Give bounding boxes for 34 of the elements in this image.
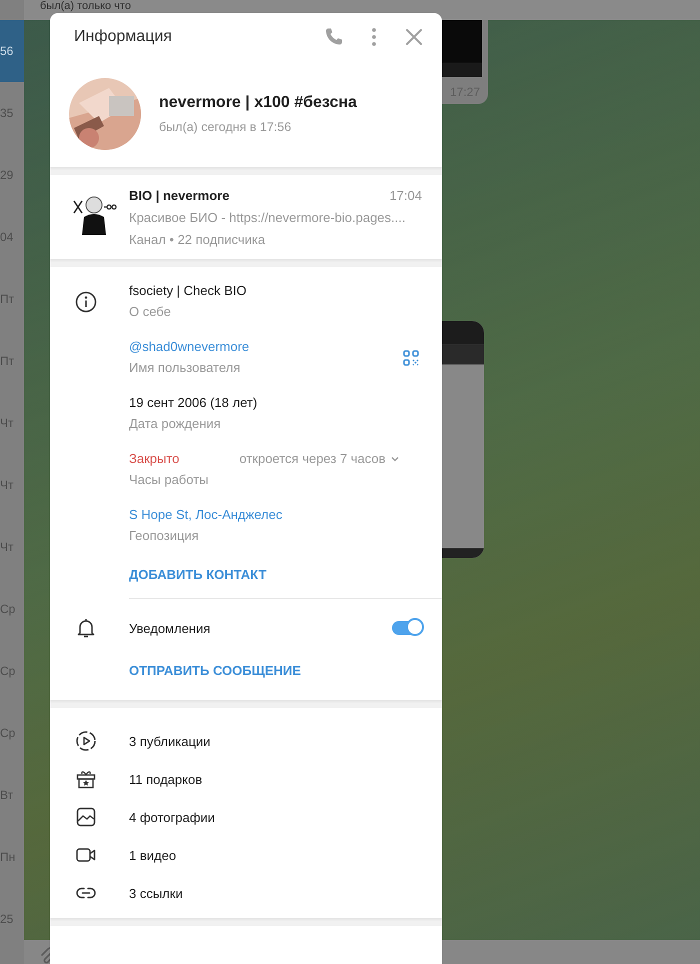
- last-seen-status: был(а) сегодня в 17:56: [159, 120, 292, 134]
- channel-time: 17:04: [389, 188, 422, 203]
- info-label: О себе: [129, 304, 172, 319]
- channel-name: BIO | nevermore: [129, 188, 230, 203]
- info-label: Дата рождения: [129, 416, 222, 431]
- info-label: Имя пользователя: [129, 360, 242, 375]
- info-label: Часы работы: [129, 472, 210, 487]
- send-message-button[interactable]: ОТПРАВИТЬ СООБЩЕНИЕ: [129, 659, 301, 682]
- opening-hint[interactable]: откроется через 7 часов: [239, 451, 386, 466]
- media-item[interactable]: 3 публикации: [74, 722, 442, 760]
- media-item[interactable]: 11 подарков: [74, 760, 442, 798]
- media-item[interactable]: 1 видео: [74, 836, 442, 874]
- play-circle-icon: [74, 729, 98, 753]
- media-item[interactable]: 3 ссылки: [74, 874, 442, 912]
- profile-name: nevermore | x100 #безсна: [159, 94, 357, 112]
- chat-status: был(а) только что: [40, 0, 131, 12]
- info-icon: [74, 290, 98, 314]
- dialog-title: Информация: [74, 28, 173, 46]
- info-value[interactable]: @shad0wnevermore: [129, 339, 250, 354]
- info-value[interactable]: S Hope St, Лос-Анджелес: [129, 507, 282, 522]
- info-value: fsociety | Check BIO: [129, 283, 247, 298]
- info-label: Геопозиция: [129, 528, 200, 543]
- notifications-toggle[interactable]: [392, 621, 422, 635]
- notifications-label: Уведомления: [129, 620, 212, 636]
- image-icon: [74, 805, 98, 829]
- channel-meta: Канал • 22 подписчика: [129, 232, 266, 247]
- channel-preview: Красивое БИО - https://nevermore-bio.pages....: [129, 210, 406, 225]
- channel-item[interactable]: BIO | nevermore 17:04 Красивое БИО - https://nevermore-bio.pages.... Канал • 22 подписчика: [50, 175, 442, 259]
- info-value: Закрыто: [129, 451, 180, 466]
- qr-code-icon[interactable]: [402, 349, 420, 367]
- chat-list-item[interactable]: 56: [0, 20, 24, 82]
- add-contact-button[interactable]: ДОБАВИТЬ КОНТАКТ: [129, 563, 266, 586]
- media-item[interactable]: 4 фотографии: [74, 798, 442, 836]
- info-value: 19 сент 2006 (18 лет): [129, 395, 258, 410]
